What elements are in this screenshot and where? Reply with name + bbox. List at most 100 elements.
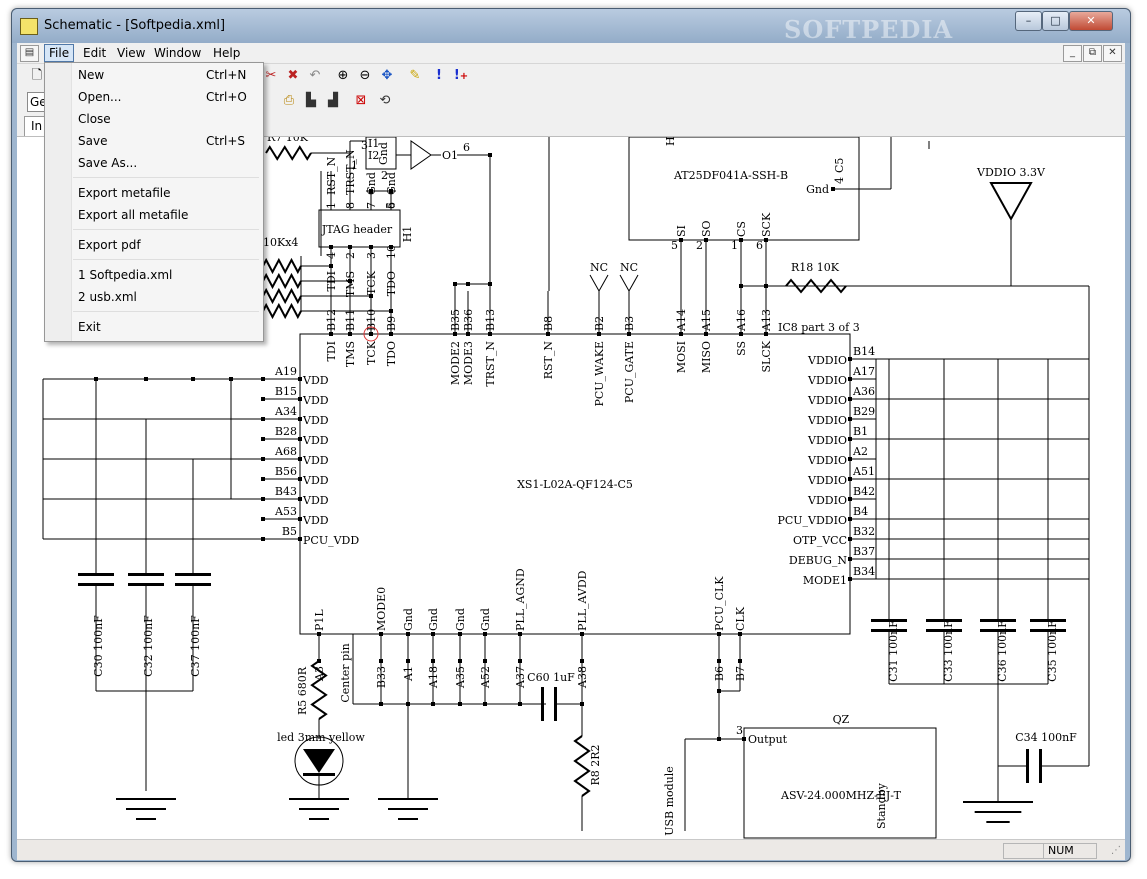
new-file-icon[interactable]: 🗋 xyxy=(29,68,45,84)
warning-icon[interactable]: ! xyxy=(431,68,447,84)
junction-dot xyxy=(389,309,393,313)
layer-back-icon[interactable]: ▙ xyxy=(303,93,319,109)
junction-dot xyxy=(831,187,835,191)
rotate-icon[interactable]: ⟲ xyxy=(377,93,393,109)
pin-name: VDD xyxy=(302,494,329,507)
file-menu-item-1-softpedia-xml[interactable]: 1 Softpedia.xml xyxy=(46,265,262,286)
title-bar[interactable]: Schematic - [Softpedia.xml] SOFTPEDIA – … xyxy=(12,9,1130,44)
ground-symbol xyxy=(126,808,166,810)
cap-label: C36 100nF xyxy=(996,620,1009,682)
menu-view[interactable]: View xyxy=(113,45,149,61)
junction-dot xyxy=(518,702,522,706)
pin-name: VDDIO xyxy=(807,414,847,427)
ground-symbol xyxy=(974,811,1022,813)
menu-separator xyxy=(73,311,259,312)
pin-name: PLL_AGND xyxy=(514,568,527,631)
junction-dot xyxy=(453,282,457,286)
file-menu-item-close[interactable]: Close xyxy=(46,109,262,130)
file-menu-item-save-as[interactable]: Save As... xyxy=(46,153,262,174)
warning-add-icon[interactable]: !+ xyxy=(453,68,469,84)
mdi-restore-button[interactable]: ⧉ xyxy=(1083,45,1102,62)
delete-icon[interactable]: ✂ xyxy=(263,68,279,84)
pin-number: 2 xyxy=(696,239,703,252)
zoom-out-icon[interactable]: ⊖ xyxy=(357,68,373,84)
pin-name: VDDIO xyxy=(807,494,847,507)
junction-dot xyxy=(764,238,768,242)
resize-grip[interactable]: ⋰ xyxy=(1111,845,1121,856)
jtag-ref: H1 xyxy=(401,226,414,243)
layer-front-icon[interactable]: ▟ xyxy=(325,93,341,109)
pin-number: B37 xyxy=(853,545,875,558)
file-menu-item-new[interactable]: New Ctrl+N xyxy=(46,65,262,86)
undo-icon[interactable]: ↶ xyxy=(307,68,323,84)
menu-item-label: New xyxy=(78,68,105,82)
pin-name: SCK xyxy=(760,212,773,237)
mdi-close-button[interactable]: ✕ xyxy=(1103,45,1122,62)
junction-dot xyxy=(597,332,601,336)
menu-bar: ▤ File Edit View Window Help _ ⧉ ✕ xyxy=(17,43,1125,64)
pin-number: B2 xyxy=(593,316,606,331)
junction-dot xyxy=(298,517,302,521)
print-icon[interactable]: ⎙ xyxy=(281,93,297,109)
pin-name: TMS xyxy=(344,341,357,367)
junction-dot xyxy=(389,245,393,249)
junction-dot xyxy=(483,702,487,706)
capacitor-plate xyxy=(554,687,557,721)
close-button[interactable]: ✕ xyxy=(1069,11,1113,31)
file-menu-item-export-all-metafile[interactable]: Export all metafile xyxy=(46,205,262,226)
file-menu-item-export-metafile[interactable]: Export metafile xyxy=(46,183,262,204)
pin-name: PCU_VDDIO xyxy=(777,514,847,527)
junction-dot xyxy=(298,477,302,481)
resistor-r7 xyxy=(265,145,312,161)
minimize-button[interactable]: – xyxy=(1015,11,1042,31)
mdi-minimize-button[interactable]: _ xyxy=(1063,45,1082,62)
maximize-button[interactable]: □ xyxy=(1042,11,1069,31)
pin-name: Gnd xyxy=(377,142,390,165)
capacitor xyxy=(78,573,114,576)
junction-dot xyxy=(848,357,852,361)
pin-name: Standby xyxy=(875,782,888,829)
pin-number: A51 xyxy=(852,465,875,478)
menu-item-label: Close xyxy=(78,112,111,126)
chip-part-label: IC8 part 3 of 3 xyxy=(778,321,860,334)
pan-icon[interactable]: ✥ xyxy=(379,68,395,84)
menu-file[interactable]: File xyxy=(44,44,75,62)
junction-dot xyxy=(848,477,852,481)
pin-name: CLK xyxy=(734,606,747,631)
junction-dot xyxy=(298,497,302,501)
file-menu-item-open[interactable]: Open... Ctrl+O xyxy=(46,87,262,108)
menu-separator xyxy=(73,177,259,178)
junction-dot xyxy=(488,282,492,286)
zoom-in-icon[interactable]: ⊕ xyxy=(335,68,351,84)
junction-dot xyxy=(466,332,470,336)
resistor-array xyxy=(262,302,302,320)
file-menu-item-exit[interactable]: Exit xyxy=(46,317,262,338)
capacitor xyxy=(78,583,114,586)
nc-label: NC xyxy=(620,261,638,274)
menu-help[interactable]: Help xyxy=(209,45,244,61)
file-menu-item-2-usb-xml[interactable]: 2 usb.xml xyxy=(46,287,262,308)
pencil-icon[interactable]: ✎ xyxy=(407,68,423,84)
ground-symbol xyxy=(116,798,176,800)
junction-dot xyxy=(144,377,148,381)
menu-item-label: Save As... xyxy=(78,156,138,170)
erase-icon[interactable]: ✖ xyxy=(285,68,301,84)
junction-dot xyxy=(261,397,265,401)
pin-name: Output xyxy=(748,733,788,746)
junction-dot xyxy=(329,245,333,249)
document-icon[interactable]: ▤ xyxy=(20,45,39,62)
pin-number: B35 xyxy=(449,309,462,331)
menu-window[interactable]: Window xyxy=(150,45,205,61)
junction-dot xyxy=(369,189,373,193)
menu-edit[interactable]: Edit xyxy=(79,45,110,61)
chip-name: XS1-L02A-QF124-C5 xyxy=(517,478,633,491)
file-menu-item-export-pdf[interactable]: Export pdf xyxy=(46,235,262,256)
pin-number: 2 xyxy=(381,169,388,182)
crystal-ref: QZ xyxy=(833,713,850,726)
pin-name: PCU_WAKE xyxy=(593,341,606,407)
nc-label: NC xyxy=(590,261,608,274)
file-menu-item-save[interactable]: Save Ctrl+S xyxy=(46,131,262,152)
ground-symbol xyxy=(136,818,156,820)
pin-number: B11 xyxy=(344,309,357,331)
no-fill-icon[interactable]: ⊠ xyxy=(353,93,369,109)
